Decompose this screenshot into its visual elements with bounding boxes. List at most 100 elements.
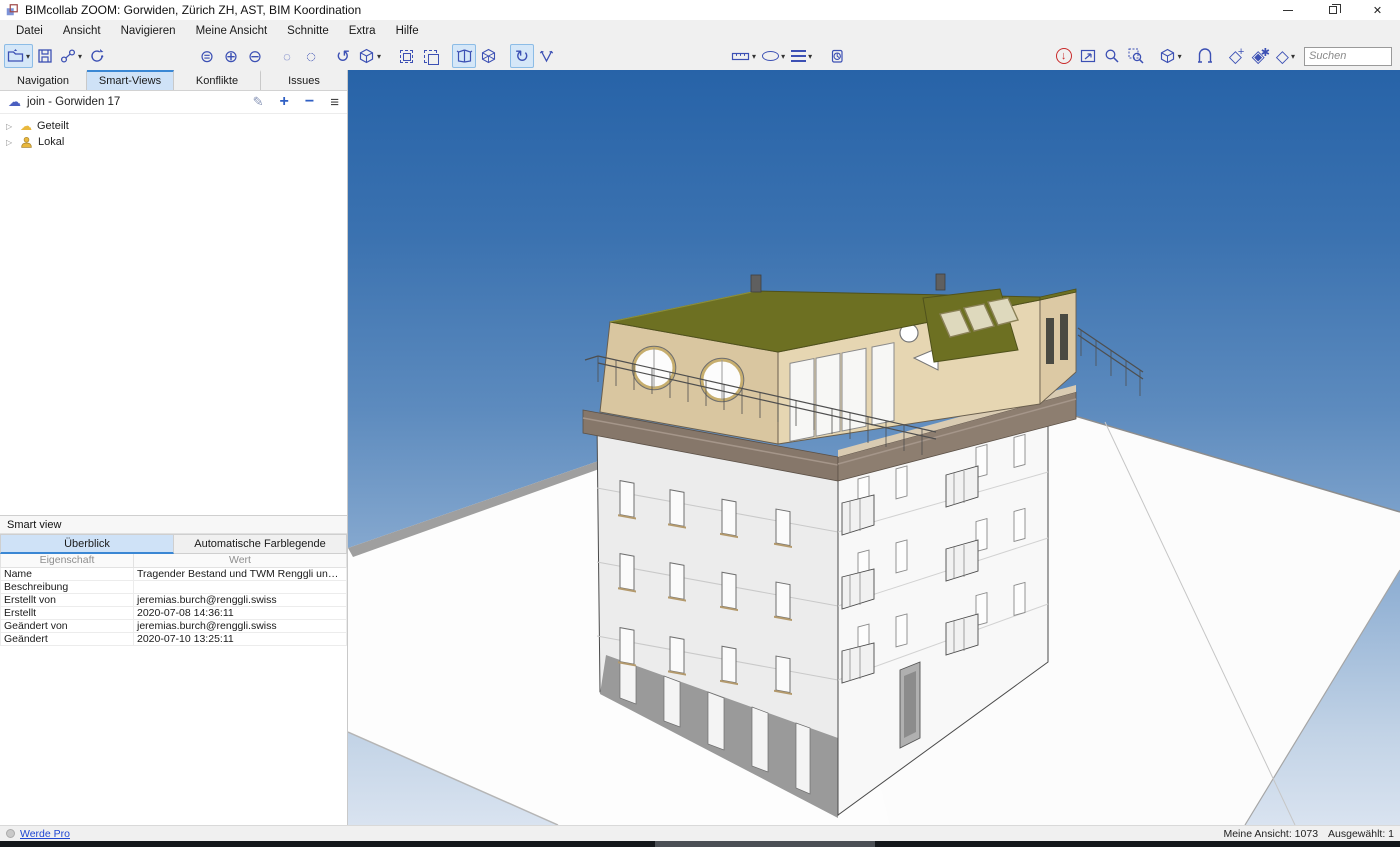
viewport-3d[interactable] xyxy=(348,70,1400,825)
lines-icon xyxy=(791,50,806,63)
table-row[interactable]: Geändert 2020-07-10 13:25:11 xyxy=(1,632,347,645)
selected-count-status: Ausgewählt: 1 xyxy=(1328,828,1394,840)
tree-item-label: Geteilt xyxy=(37,120,69,132)
share-link-button[interactable]: ▾ xyxy=(57,44,85,68)
down-arrow-glyph: ↓ xyxy=(1061,50,1067,62)
cube-outline-icon xyxy=(1159,48,1176,64)
building-model-3d xyxy=(348,70,1400,825)
prop-value: Tragender Bestand und TWM Renggli und Au… xyxy=(134,567,347,580)
add-section-plane-button[interactable]: ◇ + xyxy=(1225,44,1249,68)
standard-views-button[interactable]: ▾ xyxy=(355,44,384,68)
minimize-icon xyxy=(1283,10,1293,11)
prop-key: Erstellt xyxy=(1,606,134,619)
folder-open-icon xyxy=(7,48,24,64)
source-label: join - Gorwiden 17 xyxy=(27,96,120,108)
werde-pro-link[interactable]: Werde Pro xyxy=(20,828,70,840)
search-input[interactable] xyxy=(1304,47,1392,66)
section-from-selection-button[interactable]: ◈ ✱ xyxy=(1249,44,1273,68)
col-header-wert: Wert xyxy=(134,554,347,567)
sync-refresh-button[interactable] xyxy=(85,44,109,68)
open-box-icon xyxy=(456,48,473,64)
select-area-crossing-button[interactable] xyxy=(418,44,442,68)
table-row[interactable]: Beschreibung xyxy=(1,580,347,593)
smartviews-source-row: ☁ join - Gorwiden 17 ✎ + − ≡ xyxy=(0,91,347,114)
expander-icon[interactable]: ▷ xyxy=(6,122,15,131)
model-cube-button[interactable] xyxy=(476,44,500,68)
zoom-selection-button[interactable] xyxy=(1124,44,1148,68)
magnifier-selection-icon xyxy=(1128,48,1144,64)
menu-meine-ansicht[interactable]: Meine Ansicht xyxy=(186,22,278,40)
dashed-square-corner-icon xyxy=(424,50,437,63)
restore-icon xyxy=(1329,6,1337,14)
dormer-skylights xyxy=(923,289,1018,362)
dropdown-icon: ▾ xyxy=(752,52,756,61)
remove-smartview-button[interactable]: − xyxy=(305,93,314,111)
tree-item-geteilt[interactable]: ▷ ☁ Geteilt xyxy=(6,118,347,134)
menu-navigieren[interactable]: Navigieren xyxy=(111,22,186,40)
prop-value xyxy=(134,580,347,593)
link-icon xyxy=(60,48,76,64)
restore-button[interactable] xyxy=(1310,0,1355,20)
magnifier-icon xyxy=(1104,48,1120,64)
walk-mode-button[interactable] xyxy=(534,44,558,68)
menu-datei[interactable]: Datei xyxy=(6,22,53,40)
clipping-shape-button[interactable]: ▾ xyxy=(759,44,788,68)
measure-button[interactable]: ▾ xyxy=(728,44,759,68)
open-model-button[interactable]: ▾ xyxy=(4,44,33,68)
tab-navigation[interactable]: Navigation xyxy=(0,70,87,90)
table-row[interactable]: Erstellt von jeremias.burch@renggli.swis… xyxy=(1,593,347,606)
close-button[interactable]: ✕ xyxy=(1355,0,1400,20)
zoom-extents-button[interactable]: ⊜ xyxy=(195,44,219,68)
menu-schnitte[interactable]: Schnitte xyxy=(277,22,339,40)
prop-value: 2020-07-08 14:36:11 xyxy=(134,606,347,619)
ghost-hidden-small-button[interactable]: ◌ xyxy=(275,44,299,68)
dropdown-icon: ▾ xyxy=(1291,52,1295,61)
table-row[interactable]: Name Tragender Bestand und TWM Renggli u… xyxy=(1,567,347,580)
save-viewpoint-button[interactable] xyxy=(33,44,57,68)
edit-pencil-icon[interactable]: ✎ xyxy=(253,94,264,110)
smartviews-menu-button[interactable]: ≡ xyxy=(330,94,339,111)
bookmark-view-icon xyxy=(1197,48,1213,64)
table-row[interactable]: Erstellt 2020-07-08 14:36:11 xyxy=(1,606,347,619)
panel-title: Smart view xyxy=(0,516,347,534)
expander-icon[interactable]: ▷ xyxy=(6,138,15,147)
reset-view-button[interactable]: ↺ xyxy=(331,44,355,68)
isolate-elements-button[interactable]: ▾ xyxy=(1156,44,1185,68)
left-sidebar: Navigation Smart-Views Konflikte Issues … xyxy=(0,70,348,825)
download-model-button[interactable]: ↓ xyxy=(1052,44,1076,68)
tab-ueberblick[interactable]: Überblick xyxy=(0,534,174,554)
menu-ansicht[interactable]: Ansicht xyxy=(53,22,111,40)
copy-view-button[interactable] xyxy=(825,44,849,68)
prop-key: Geändert xyxy=(1,632,134,645)
table-header-row: Eigenschaft Wert xyxy=(1,554,347,567)
list-options-button[interactable]: ▾ xyxy=(788,44,815,68)
zoom-window-button[interactable] xyxy=(1100,44,1124,68)
select-area-button[interactable] xyxy=(394,44,418,68)
fit-to-view-button[interactable] xyxy=(1076,44,1100,68)
zoom-in-button[interactable]: ⊕ xyxy=(219,44,243,68)
clipboard-icon xyxy=(829,48,845,64)
app-logo-icon xyxy=(5,3,19,17)
zoom-out-button[interactable]: ⊖ xyxy=(243,44,267,68)
table-row[interactable]: Geändert von jeremias.burch@renggli.swis… xyxy=(1,619,347,632)
tab-issues[interactable]: Issues xyxy=(261,70,347,90)
tab-farblegende[interactable]: Automatische Farblegende xyxy=(174,534,347,554)
menu-extra[interactable]: Extra xyxy=(339,22,386,40)
minimize-button[interactable] xyxy=(1265,0,1310,20)
window-title: BIMcollab ZOOM: Gorwiden, Zürich ZH, AST… xyxy=(25,3,361,17)
orbit-mode-button[interactable]: ↻ xyxy=(510,44,534,68)
main-toolbar: ▾ ▾ ⊜ ⊕ ⊖ ◌ ◌ ↺ ▾ ↻ xyxy=(0,42,1400,70)
sections-menu-button[interactable]: ◇ ▾ xyxy=(1273,44,1298,68)
ghost-hidden-large-button[interactable]: ◌ xyxy=(299,44,323,68)
prop-key: Beschreibung xyxy=(1,580,134,593)
add-smartview-button[interactable]: + xyxy=(280,93,289,111)
prop-value: 2020-07-10 13:25:11 xyxy=(134,632,347,645)
tab-smart-views[interactable]: Smart-Views xyxy=(87,70,174,90)
menu-hilfe[interactable]: Hilfe xyxy=(386,22,429,40)
tree-item-lokal[interactable]: ▷ Lokal xyxy=(6,134,347,150)
saved-views-button[interactable] xyxy=(1193,44,1217,68)
undo-rotate-icon: ↺ xyxy=(336,48,350,65)
diamond-icon: ◇ xyxy=(1276,48,1289,65)
open-section-view-button[interactable] xyxy=(452,44,476,68)
tab-konflikte[interactable]: Konflikte xyxy=(174,70,261,90)
